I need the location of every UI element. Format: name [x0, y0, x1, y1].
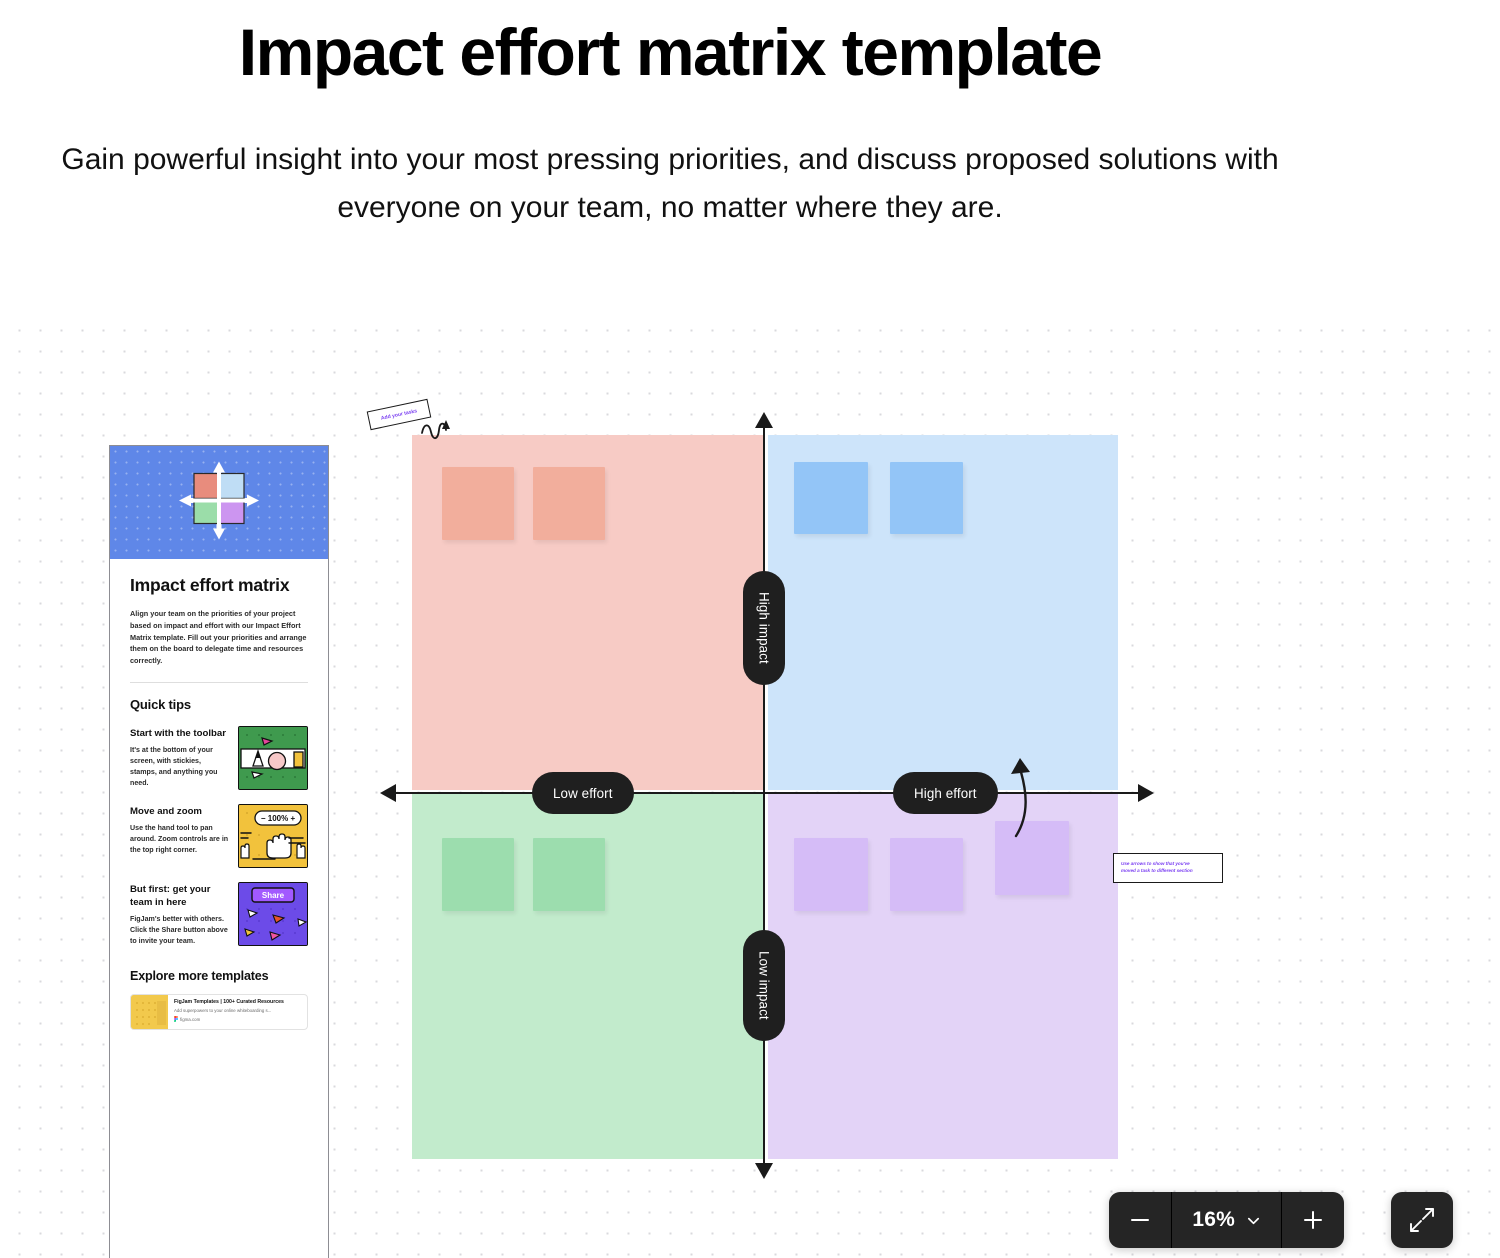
svg-text:− 100% +: − 100% + — [261, 814, 296, 823]
page-root: Impact effort matrix template Gain power… — [0, 0, 1500, 1258]
tip-description: FigJam's better with others. Click the S… — [130, 914, 229, 947]
chevron-down-icon — [1247, 1217, 1260, 1224]
tip-item-toolbar: Start with the toolbar It's at the botto… — [130, 725, 308, 790]
template-cover — [110, 446, 328, 559]
sticky-note[interactable] — [533, 838, 605, 911]
quadrant-high-impact-high-effort[interactable] — [768, 435, 1118, 790]
link-card-domain: figma.com — [180, 1016, 201, 1022]
divider — [130, 681, 308, 683]
zoom-thumbnail: − 100% + — [238, 803, 308, 868]
figjam-canvas[interactable]: Impact effort matrix Align your team on … — [0, 313, 1500, 1258]
template-link-card[interactable]: FigJam Templates | 100+ Curated Resource… — [130, 994, 308, 1031]
zoom-control-bar[interactable]: 16% — [1109, 1192, 1344, 1248]
sticky-note[interactable] — [533, 467, 605, 540]
moved-task-note-line2: moved a task to different section — [1121, 868, 1193, 874]
axis-arrow-down — [754, 1163, 774, 1184]
tip-item-share: But first: get your team in here FigJam'… — [130, 881, 308, 947]
fullscreen-button[interactable] — [1391, 1192, 1453, 1248]
sticky-note[interactable] — [442, 838, 514, 911]
high-effort-label[interactable]: High effort — [893, 772, 998, 814]
moved-task-arrow-icon — [1002, 756, 1042, 843]
zoom-in-button[interactable] — [1282, 1192, 1344, 1248]
low-effort-label[interactable]: Low effort — [532, 772, 634, 814]
template-info-card[interactable]: Impact effort matrix Align your team on … — [109, 445, 329, 1258]
impact-axis — [763, 418, 766, 1173]
tip-description: Use the hand tool to pan around. Zoom co… — [130, 824, 229, 855]
plus-icon — [1304, 1211, 1322, 1229]
sticky-note[interactable] — [890, 838, 963, 911]
tip-title: But first: get your team in here — [130, 883, 211, 909]
explore-more-heading: Explore more templates — [130, 969, 269, 984]
page-title: Impact effort matrix template — [238, 15, 1103, 89]
template-card-body: Impact effort matrix Align your team on … — [110, 559, 328, 1031]
page-subtitle: Gain powerful insight into your most pre… — [61, 142, 1279, 224]
sticky-note[interactable] — [890, 462, 963, 534]
sticky-note[interactable] — [794, 462, 868, 534]
share-thumbnail: Share — [238, 881, 308, 946]
figma-icon — [174, 1015, 178, 1023]
link-card-title: FigJam Templates | 100+ Curated Resource… — [174, 999, 284, 1006]
axis-arrow-right — [1138, 783, 1154, 808]
impact-effort-matrix[interactable]: Low effort High effort High impact Low i… — [366, 398, 1223, 1188]
sticky-note[interactable] — [794, 838, 868, 911]
axis-arrow-left — [380, 783, 396, 808]
sticky-note[interactable] — [442, 467, 514, 540]
axis-arrow-up — [754, 412, 774, 433]
moved-task-note-line1: Use arrows to show that you've — [1121, 861, 1190, 866]
template-description: Align your team on the priorities of you… — [130, 608, 307, 666]
quadrant-low-impact-low-effort[interactable] — [412, 794, 765, 1159]
fullscreen-icon — [1410, 1208, 1434, 1232]
zoom-out-button[interactable] — [1109, 1192, 1171, 1248]
four-quadrant-icon — [177, 460, 261, 545]
minus-icon — [1131, 1219, 1150, 1221]
low-impact-label[interactable]: Low impact — [743, 930, 785, 1041]
quadrant-high-impact-low-effort[interactable] — [412, 435, 765, 790]
moved-task-note[interactable]: Use arrows to show that you've moved a t… — [1113, 853, 1223, 883]
svg-text:Share: Share — [262, 891, 285, 900]
link-card-subtitle: Add superpowers to your online whiteboar… — [174, 1007, 272, 1013]
link-thumbnail — [131, 995, 168, 1030]
tip-title: Move and zoom — [130, 805, 202, 817]
toolbar-thumbnail — [238, 725, 308, 790]
zoom-level-dropdown[interactable]: 16% — [1172, 1192, 1281, 1248]
tip-desc-bold: Share — [161, 926, 182, 935]
quadrant-low-impact-high-effort[interactable] — [768, 794, 1118, 1159]
template-title: Impact effort matrix — [130, 575, 290, 595]
add-tasks-note-text: Add your tasks — [380, 407, 418, 422]
quick-tips-heading: Quick tips — [130, 696, 191, 712]
squiggle-arrow-icon — [420, 415, 454, 446]
page-header: Impact effort matrix template Gain power… — [0, 0, 1340, 232]
high-impact-label[interactable]: High impact — [743, 571, 785, 685]
tip-item-zoom: Move and zoom Use the hand tool to pan a… — [130, 803, 308, 868]
tip-description: It's at the bottom of your screen, with … — [130, 746, 218, 788]
tip-title: Start with the toolbar — [130, 727, 226, 739]
zoom-level-value: 16% — [1192, 1208, 1235, 1231]
